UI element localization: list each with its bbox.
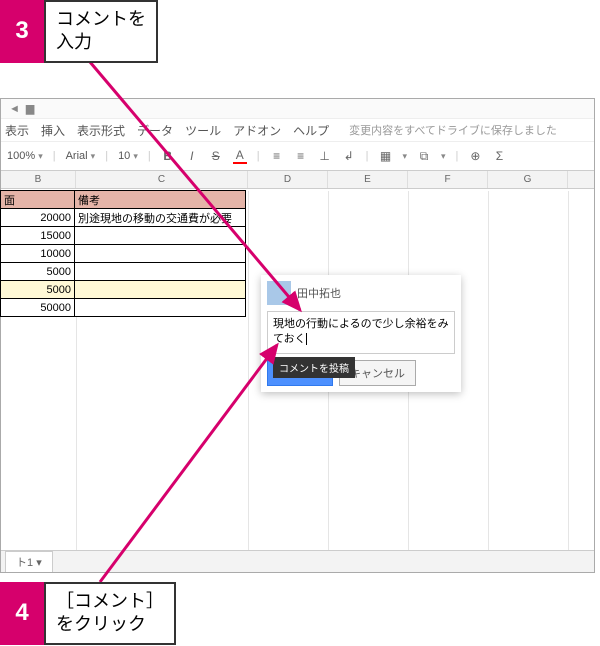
table-row: 5000 xyxy=(1,263,246,281)
callout-number: 4 xyxy=(0,582,44,645)
instruction-callout-3: 3 コメントを 入力 xyxy=(0,0,158,63)
folder-icon[interactable]: ▆ xyxy=(26,102,34,115)
instruction-callout-4: 4 ［コメント］ をクリック xyxy=(0,582,176,645)
table-row-selected: 5000 xyxy=(1,281,246,299)
column-headers: B C D E F G xyxy=(1,171,594,189)
italic-icon[interactable]: I xyxy=(185,149,199,163)
menu-view[interactable]: 表示 xyxy=(5,122,29,139)
table-row: 20000 別途現地の移動の交通費が必要 xyxy=(1,209,246,227)
borders-icon[interactable]: ▦ xyxy=(378,149,392,163)
cell[interactable]: 10000 xyxy=(1,245,75,263)
header-c[interactable]: 備考 xyxy=(75,191,246,209)
table-row: 15000 xyxy=(1,227,246,245)
font-size-dropdown[interactable]: 10 ▾ xyxy=(118,150,138,162)
menu-data[interactable]: データ xyxy=(137,122,173,139)
link-icon[interactable]: ⊕ xyxy=(468,149,482,163)
table-row: 10000 xyxy=(1,245,246,263)
menu-addons[interactable]: アドオン xyxy=(233,122,281,139)
function-icon[interactable]: Σ xyxy=(492,149,506,163)
cell[interactable] xyxy=(75,245,246,263)
menu-help[interactable]: ヘルプ xyxy=(293,122,329,139)
callout-text: ［コメント］ をクリック xyxy=(44,582,176,645)
save-status: 変更内容をすべてドライブに保存しました xyxy=(349,122,557,138)
merge-icon[interactable]: ⧉ xyxy=(417,149,431,164)
comment-user-row: 田中拓也 xyxy=(267,281,455,305)
sheet-tab[interactable]: ト1 ▾ xyxy=(5,551,53,572)
cell[interactable]: 5000 xyxy=(1,263,75,281)
comment-text: 現地の行動によるので少し余裕をみておく xyxy=(273,318,449,345)
menu-bar: 表示 挿入 表示形式 データ ツール アドオン ヘルプ 変更内容をすべてドライブ… xyxy=(1,119,594,141)
text-cursor xyxy=(306,333,307,345)
callout-number: 3 xyxy=(0,0,44,63)
browser-tab-bar: ◄ ▆ xyxy=(1,99,594,119)
comment-username: 田中拓也 xyxy=(297,285,341,301)
avatar xyxy=(267,281,291,305)
cell[interactable]: 15000 xyxy=(1,227,75,245)
header-b[interactable]: 面 xyxy=(1,191,75,209)
table-header-row: 面 備考 xyxy=(1,191,246,209)
col-header-E[interactable]: E xyxy=(328,171,408,188)
align-left-icon[interactable]: ≡ xyxy=(270,149,284,163)
table-row: 50000 xyxy=(1,299,246,317)
spreadsheet-window: ◄ ▆ 表示 挿入 表示形式 データ ツール アドオン ヘルプ 変更内容をすべて… xyxy=(0,98,595,573)
text-color-icon[interactable]: A xyxy=(233,148,247,164)
cell-selected[interactable] xyxy=(75,281,246,299)
comment-input[interactable]: 現地の行動によるので少し余裕をみておく xyxy=(267,311,455,354)
data-table: 面 備考 20000 別途現地の移動の交通費が必要 15000 10000 50… xyxy=(0,190,246,317)
valign-icon[interactable]: ⊥ xyxy=(318,149,332,163)
font-dropdown[interactable]: Arial ▾ xyxy=(66,150,96,162)
bold-icon[interactable]: B xyxy=(161,149,175,163)
cell[interactable]: 別途現地の移動の交通費が必要 xyxy=(75,209,246,227)
toolbar: 100% ▾ | Arial ▾ | 10 ▾ | B I S A | ≡ ≡ … xyxy=(1,141,594,171)
col-header-C[interactable]: C xyxy=(76,171,248,188)
tooltip: コメントを投稿 xyxy=(273,357,355,378)
col-header-G[interactable]: G xyxy=(488,171,568,188)
strikethrough-icon[interactable]: S xyxy=(209,149,223,163)
back-icon[interactable]: ◄ xyxy=(9,103,20,115)
align-center-icon[interactable]: ≡ xyxy=(294,149,308,163)
col-header-F[interactable]: F xyxy=(408,171,488,188)
cell[interactable] xyxy=(75,263,246,281)
wrap-icon[interactable]: ↲ xyxy=(342,149,356,163)
cell[interactable]: 50000 xyxy=(1,299,75,317)
menu-tools[interactable]: ツール xyxy=(185,122,221,139)
sheet-tabs: ト1 ▾ xyxy=(1,550,594,572)
menu-insert[interactable]: 挿入 xyxy=(41,122,65,139)
cell[interactable] xyxy=(75,299,246,317)
cell[interactable]: 5000 xyxy=(1,281,75,299)
zoom-dropdown[interactable]: 100% ▾ xyxy=(7,150,43,162)
col-header-D[interactable]: D xyxy=(248,171,328,188)
menu-format[interactable]: 表示形式 xyxy=(77,122,125,139)
cell[interactable] xyxy=(75,227,246,245)
cell[interactable]: 20000 xyxy=(1,209,75,227)
callout-text: コメントを 入力 xyxy=(44,0,158,63)
col-header-B[interactable]: B xyxy=(1,171,76,188)
